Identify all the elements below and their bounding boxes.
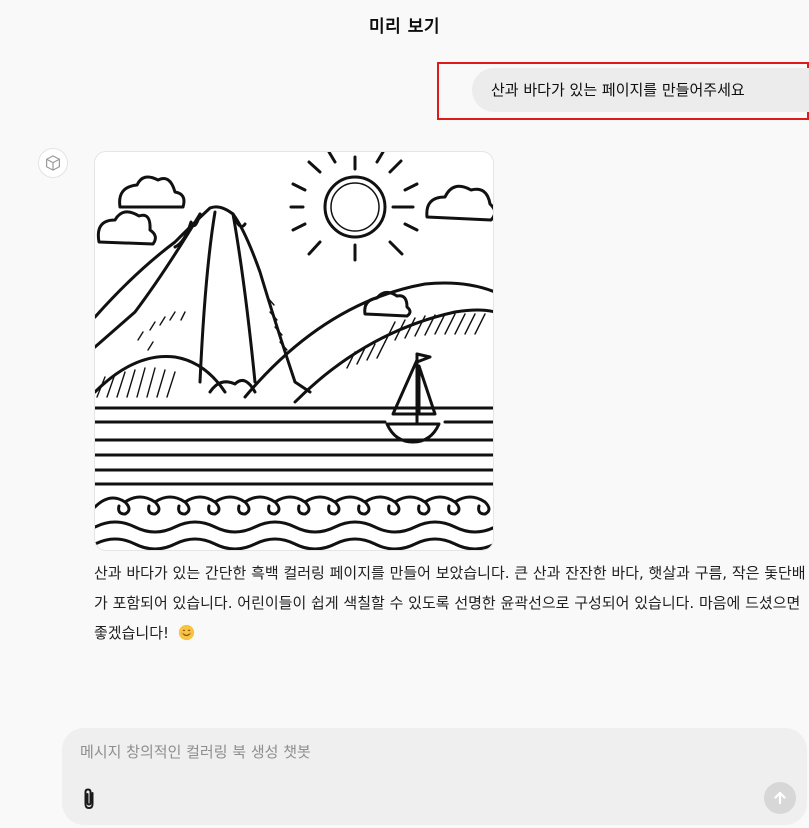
waves	[95, 495, 493, 550]
user-message-highlight: 산과 바다가 있는 페이지를 만들어주세요	[437, 62, 809, 120]
sailboat-icon	[385, 352, 441, 444]
sun-icon	[289, 152, 419, 262]
message-input[interactable]	[80, 738, 680, 766]
smiling-face-emoji	[178, 624, 194, 641]
message-composer	[62, 728, 807, 825]
send-button[interactable]	[764, 782, 796, 814]
arrow-up-icon	[774, 791, 786, 805]
generated-coloring-image[interactable]	[94, 151, 494, 551]
assistant-message: 산과 바다가 있는 간단한 흑백 컬러링 페이지를 만들어 보았습니다. 큰 산…	[94, 558, 806, 648]
attach-button[interactable]	[76, 784, 102, 814]
chat-page: 미리 보기 산과 바다가 있는 페이지를 만들어주세요 산과 바다가 있는 간단…	[0, 0, 809, 828]
cube-icon	[46, 155, 60, 171]
user-message-bubble: 산과 바다가 있는 페이지를 만들어주세요	[472, 68, 809, 112]
page-title: 미리 보기	[369, 17, 440, 37]
assistant-message-text: 산과 바다가 있는 간단한 흑백 컬러링 페이지를 만들어 보았습니다. 큰 산…	[94, 564, 806, 642]
assistant-avatar	[38, 148, 68, 178]
cloud-left	[96, 175, 186, 246]
paperclip-icon	[84, 788, 94, 810]
coloring-page-illustration	[95, 152, 493, 550]
